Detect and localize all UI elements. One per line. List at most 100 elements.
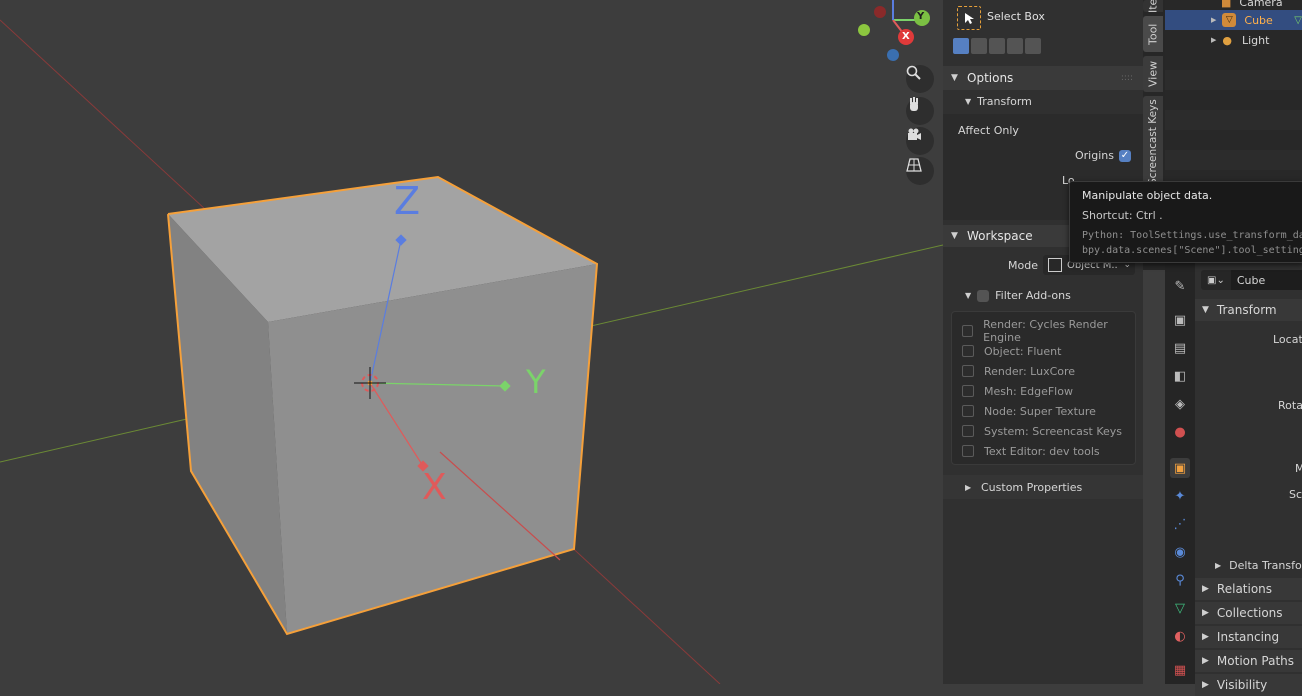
addon-item[interactable]: Object: Fluent [962, 341, 1135, 361]
transform-subpanel-header[interactable]: ▼ Transform [965, 95, 1032, 108]
mode-set-icon[interactable] [953, 38, 969, 54]
outliner-row-label: Camera [1239, 0, 1283, 9]
addon-checkbox[interactable] [962, 345, 974, 357]
outliner-row-label: Light [1242, 33, 1270, 47]
addon-label: Object: Fluent [984, 344, 1062, 358]
output-icon[interactable]: ▤ [1170, 338, 1190, 358]
gizmo-x-label[interactable]: X [902, 31, 910, 42]
camera-object-icon: ■ [1221, 0, 1232, 9]
viewport-canvas [0, 0, 943, 684]
addon-checkbox[interactable] [962, 425, 974, 437]
addon-label: Mesh: EdgeFlow [984, 384, 1073, 398]
scene-icon[interactable]: ◈ [1170, 394, 1190, 414]
mesh-data-icon[interactable]: ▽ [1170, 598, 1190, 618]
mode-invert-icon[interactable] [1007, 38, 1023, 54]
addon-item[interactable]: Mesh: EdgeFlow [962, 381, 1135, 401]
material-icon[interactable]: ◐ [1170, 626, 1190, 646]
particles-icon[interactable]: ⋰ [1170, 514, 1190, 534]
object-icon[interactable]: ▣ [1170, 458, 1190, 478]
chevron-down-icon: ▼ [965, 97, 972, 106]
3d-viewport[interactable]: Z Y X Y X [0, 0, 943, 684]
chevron-down-icon: ▼ [951, 73, 958, 83]
addon-label: Node: Super Texture [984, 404, 1096, 418]
addon-label: System: Screencast Keys [984, 424, 1123, 438]
sidebar-panel: Select Box ▼ Options :::: ▼ Transform Af… [943, 0, 1143, 684]
select-box-tool-icon[interactable] [957, 6, 981, 30]
world-icon[interactable]: ● [1170, 422, 1190, 442]
chevron-right-icon: ▶ [1211, 16, 1217, 24]
chevron-right-icon: ▶ [1202, 632, 1209, 642]
tooltip-title: Manipulate object data. [1082, 189, 1213, 202]
chevron-right-icon: ▶ [1202, 584, 1209, 594]
transform-header-label: Transform [977, 95, 1032, 108]
modifier-wrench-icon[interactable]: ✦ [1170, 486, 1190, 506]
relations-header[interactable]: ▶ Relations [1195, 578, 1302, 600]
origins-label: Origins [1075, 149, 1114, 162]
render-icon[interactable]: ▣ [1170, 310, 1190, 330]
addon-checkbox[interactable] [962, 445, 974, 457]
addon-item[interactable]: Render: LuxCore [962, 361, 1135, 381]
addon-item[interactable]: Render: Cycles Render Engine [962, 318, 1135, 344]
gizmo-y-label[interactable]: Y [917, 11, 924, 22]
drag-handle-icon[interactable]: :::: [1121, 73, 1133, 83]
y-axis-label: Y [526, 363, 546, 401]
texture-icon[interactable]: ▦ [1170, 660, 1190, 680]
z-axis-label: Z [394, 179, 421, 223]
addon-label: Render: LuxCore [984, 364, 1076, 378]
addon-checkbox[interactable] [962, 365, 974, 377]
outliner-row-cube[interactable]: ▶ ▽ Cube ▽ [1165, 10, 1302, 30]
chevron-right-icon: ▶ [1202, 680, 1209, 690]
mode-label: Mode [1008, 259, 1038, 272]
tab-view[interactable]: View [1143, 56, 1163, 92]
visibility-header[interactable]: ▶ Visibility [1195, 674, 1302, 696]
addon-checkbox[interactable] [962, 405, 974, 417]
zoom-icon[interactable] [906, 65, 934, 93]
object-name-value[interactable]: Cube [1230, 270, 1302, 290]
addon-checkbox[interactable] [962, 385, 974, 397]
tab-screencast-keys[interactable]: Screencast Keys [1143, 96, 1163, 188]
relations-label: Relations [1216, 582, 1273, 596]
addon-item[interactable]: Node: Super Texture [962, 401, 1135, 421]
filter-addons-checkbox[interactable] [977, 289, 990, 302]
delta-transform-header[interactable]: ▶ Delta Transform [1195, 554, 1302, 576]
mode-extend-icon[interactable] [971, 38, 987, 54]
tooltip-python-line2: bpy.data.scenes["Scene"].tool_setting [1082, 245, 1302, 256]
chevron-right-icon: ▶ [965, 482, 972, 492]
tool-settings-icon[interactable]: ✎ [1170, 276, 1190, 296]
options-panel-header[interactable]: ▼ Options :::: [943, 66, 1143, 90]
tab-tool[interactable]: Tool [1143, 16, 1163, 52]
physics-icon[interactable]: ◉ [1170, 542, 1190, 562]
collections-header[interactable]: ▶ Collections [1195, 602, 1302, 624]
light-object-icon: ● [1222, 33, 1232, 47]
visibility-label: Visibility [1216, 678, 1268, 692]
object-name-field[interactable]: ▣⌄ Cube [1201, 270, 1302, 290]
origins-checkbox[interactable]: ✓ [1119, 150, 1131, 162]
addon-item[interactable]: Text Editor: dev tools [962, 441, 1135, 461]
view-layer-icon[interactable]: ◧ [1170, 366, 1190, 386]
tooltip-python-line1: Python: ToolSettings.use_transform_da [1082, 230, 1302, 241]
outliner-row-light[interactable]: ▶ ● Light [1165, 30, 1302, 50]
instancing-header[interactable]: ▶ Instancing [1195, 626, 1302, 648]
tab-item[interactable]: Ite [1143, 0, 1163, 13]
addon-item[interactable]: System: Screencast Keys [962, 421, 1135, 441]
select-mode-buttons[interactable] [953, 38, 1041, 54]
chevron-down-icon: ▼ [1202, 305, 1209, 315]
addon-checkbox[interactable] [962, 325, 974, 337]
x-axis-label: X [422, 467, 447, 508]
transform-panel-header[interactable]: ▼ Transform [1195, 299, 1302, 321]
constraints-icon[interactable]: ⚲ [1170, 570, 1190, 590]
custom-properties-label: Custom Properties [981, 480, 1083, 494]
mode-intersect-icon[interactable] [1025, 38, 1041, 54]
properties-tabs: ✎ ▣ ▤ ◧ ◈ ● ▣ ✦ ⋰ ◉ ⚲ ▽ ◐ ▦ [1165, 262, 1195, 684]
camera-icon[interactable] [906, 127, 934, 155]
grid-perspective-icon[interactable] [906, 157, 934, 185]
object-icon: ▣⌄ [1207, 274, 1225, 286]
chevron-down-icon: ▼ [951, 231, 958, 241]
motion-paths-header[interactable]: ▶ Motion Paths [1195, 650, 1302, 672]
filter-addons-header[interactable]: ▼ Filter Add-ons [965, 289, 1071, 302]
chevron-right-icon: ▶ [1215, 560, 1222, 570]
custom-properties-header[interactable]: ▶ Custom Properties [943, 475, 1143, 499]
mode-subtract-icon[interactable] [989, 38, 1005, 54]
hand-pan-icon[interactable] [906, 97, 934, 125]
motion-paths-label: Motion Paths [1216, 654, 1295, 668]
